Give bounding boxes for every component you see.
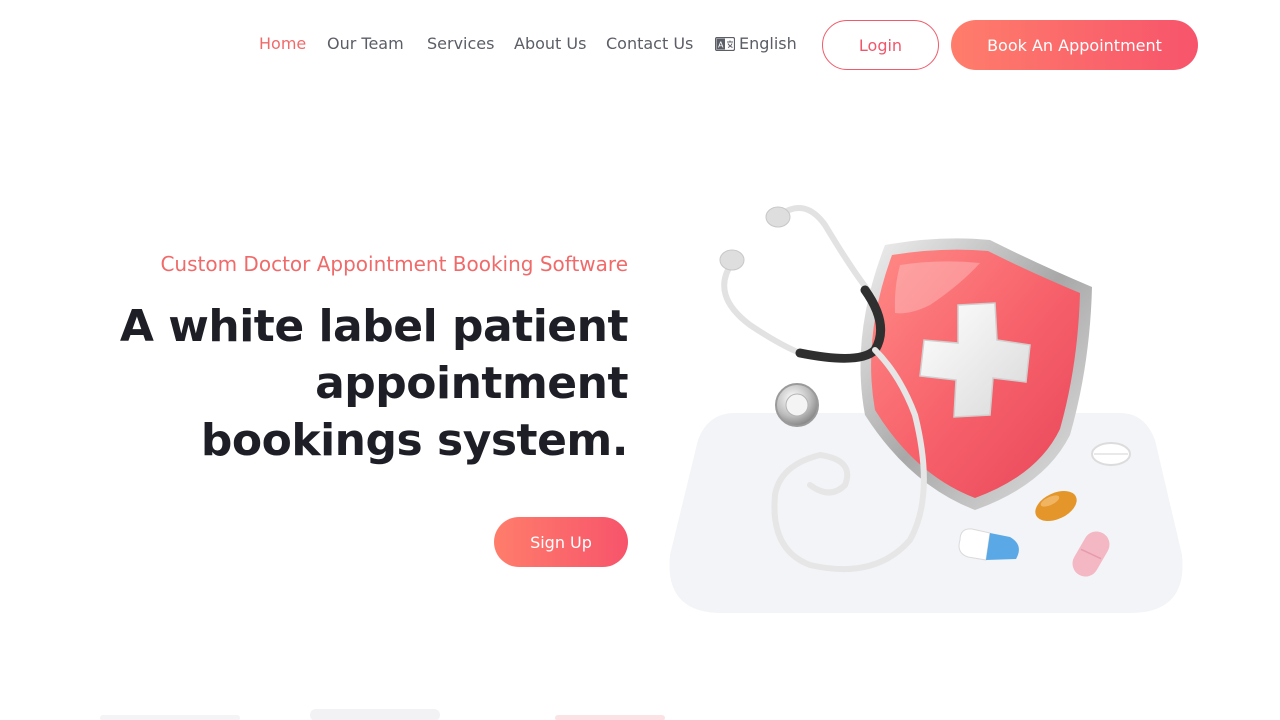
nav-link-home[interactable]: Home — [259, 34, 306, 54]
hero-eyebrow: Custom Doctor Appointment Booking Softwa… — [160, 252, 628, 276]
sign-up-button[interactable]: Sign Up — [494, 517, 628, 567]
nav-link-contact-us[interactable]: Contact Us — [606, 34, 693, 54]
top-navigation: Home Our Team Services About Us Contact … — [0, 20, 1280, 70]
hero-headline-line: appointment — [315, 358, 628, 409]
language-selector[interactable]: A English — [715, 34, 797, 54]
next-section-preview — [0, 706, 1280, 720]
nav-link-services[interactable]: Services — [427, 34, 494, 54]
language-icon: A — [715, 37, 735, 51]
book-appointment-button[interactable]: Book An Appointment — [951, 20, 1198, 70]
hero-headline: A white label patient appointment bookin… — [68, 298, 629, 469]
language-label: English — [739, 34, 797, 53]
hero-headline-line: bookings system. — [200, 415, 629, 466]
hero-illustration — [660, 195, 1190, 625]
login-button[interactable]: Login — [822, 20, 939, 70]
hero-headline-line: A white label patient — [119, 301, 629, 352]
svg-text:A: A — [718, 41, 724, 50]
nav-link-about-us[interactable]: About Us — [514, 34, 586, 54]
hero-section: Custom Doctor Appointment Booking Softwa… — [68, 250, 629, 469]
nav-link-our-team[interactable]: Our Team — [327, 34, 404, 54]
